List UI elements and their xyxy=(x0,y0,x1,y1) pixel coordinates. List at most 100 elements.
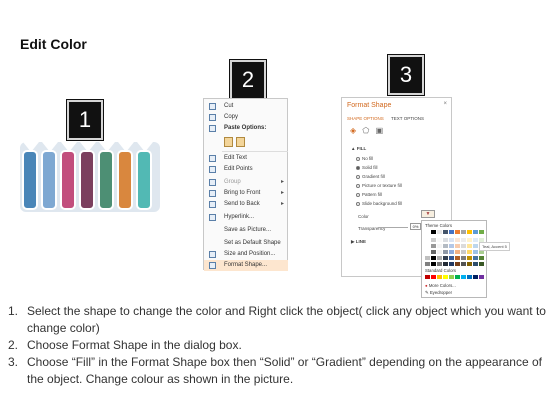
color-swatch[interactable] xyxy=(443,230,448,234)
color-swatch[interactable] xyxy=(461,275,466,279)
color-swatch[interactable] xyxy=(473,256,478,260)
color-swatch[interactable] xyxy=(437,244,442,248)
color-swatch[interactable] xyxy=(473,250,478,254)
color-swatch[interactable] xyxy=(449,262,454,266)
color-swatch[interactable] xyxy=(449,230,454,234)
color-swatch[interactable] xyxy=(455,262,460,266)
color-swatch[interactable] xyxy=(449,256,454,260)
color-swatch[interactable] xyxy=(431,230,436,234)
color-swatch[interactable] xyxy=(455,275,460,279)
color-swatch[interactable] xyxy=(431,238,436,242)
color-strip[interactable] xyxy=(98,150,114,210)
fill-line-icon[interactable]: ◈ xyxy=(350,126,356,135)
color-swatch[interactable] xyxy=(455,256,460,260)
color-strip[interactable] xyxy=(117,150,133,210)
paste-keep-format-icon[interactable] xyxy=(224,137,233,147)
menu-item-copy[interactable]: Copy xyxy=(204,112,288,123)
color-swatch[interactable] xyxy=(443,244,448,248)
color-swatch[interactable] xyxy=(431,256,436,260)
effects-icon[interactable]: ⬠ xyxy=(362,126,369,135)
color-swatch[interactable] xyxy=(437,230,442,234)
color-swatch[interactable] xyxy=(455,244,460,248)
color-swatch[interactable] xyxy=(449,244,454,248)
color-swatch[interactable] xyxy=(449,275,454,279)
color-swatch[interactable] xyxy=(473,230,478,234)
size-properties-icon[interactable]: ▣ xyxy=(376,126,384,135)
color-swatch[interactable] xyxy=(479,256,484,260)
color-swatch[interactable] xyxy=(479,230,484,234)
color-swatch[interactable] xyxy=(437,256,442,260)
color-swatch[interactable] xyxy=(437,238,442,242)
menu-item-edit-points[interactable]: Edit Points xyxy=(204,164,288,175)
radio-slide-background-fill[interactable]: Slide background fill xyxy=(356,201,402,206)
color-swatch[interactable] xyxy=(473,262,478,266)
radio-picture-fill[interactable]: Picture or texture fill xyxy=(356,183,402,188)
color-swatch[interactable] xyxy=(431,244,436,248)
color-swatch[interactable] xyxy=(461,256,466,260)
color-swatch[interactable] xyxy=(467,238,472,242)
color-strip[interactable] xyxy=(60,150,76,210)
color-swatch[interactable] xyxy=(449,238,454,242)
color-swatch[interactable] xyxy=(461,230,466,234)
color-swatch[interactable] xyxy=(467,256,472,260)
color-strip[interactable] xyxy=(79,150,95,210)
menu-item-bring-to-front[interactable]: Bring to Front ▸ xyxy=(204,188,288,199)
color-swatch[interactable] xyxy=(431,262,436,266)
color-swatch[interactable] xyxy=(443,256,448,260)
tab-text-options[interactable]: TEXT OPTIONS xyxy=(391,116,424,121)
color-swatch[interactable] xyxy=(467,262,472,266)
color-swatch[interactable] xyxy=(473,244,478,248)
color-swatch[interactable] xyxy=(455,230,460,234)
line-section-header[interactable]: ▶ LINE xyxy=(351,239,366,245)
color-swatch[interactable] xyxy=(479,262,484,266)
color-swatch[interactable] xyxy=(449,250,454,254)
color-strip[interactable] xyxy=(22,150,38,210)
color-swatch[interactable] xyxy=(473,275,478,279)
color-swatch[interactable] xyxy=(425,256,430,260)
menu-item-size-position[interactable]: Size and Position... xyxy=(204,249,288,260)
menu-item-format-shape[interactable]: Format Shape... xyxy=(204,260,288,271)
color-swatch[interactable] xyxy=(437,275,442,279)
menu-item-group[interactable]: Group ▸ xyxy=(204,177,288,188)
radio-no-fill[interactable]: No fill xyxy=(356,156,373,161)
color-swatch[interactable] xyxy=(467,244,472,248)
menu-item-send-to-back[interactable]: Send to Back ▸ xyxy=(204,199,288,210)
color-swatch[interactable] xyxy=(479,275,484,279)
transparency-slider[interactable] xyxy=(378,227,408,228)
color-swatch[interactable] xyxy=(431,250,436,254)
color-swatch[interactable] xyxy=(425,262,430,266)
color-swatch[interactable] xyxy=(425,238,430,242)
color-swatch[interactable] xyxy=(425,250,430,254)
color-swatch[interactable] xyxy=(425,244,430,248)
color-strip[interactable] xyxy=(41,150,57,210)
menu-item-edit-text[interactable]: Edit Text xyxy=(204,153,288,164)
color-swatch[interactable] xyxy=(455,238,460,242)
menu-item-cut[interactable]: Cut xyxy=(204,101,288,112)
color-swatch[interactable] xyxy=(455,250,460,254)
color-swatch[interactable] xyxy=(425,275,430,279)
fill-section-header[interactable]: ▲ FILL xyxy=(351,146,366,151)
color-swatch[interactable] xyxy=(443,262,448,266)
transparency-input[interactable]: 0% xyxy=(410,223,421,230)
color-swatch[interactable] xyxy=(467,250,472,254)
color-swatch[interactable] xyxy=(461,250,466,254)
radio-solid-fill[interactable]: Solid fill xyxy=(356,165,378,170)
close-icon[interactable]: × xyxy=(443,101,447,107)
color-swatch[interactable] xyxy=(461,238,466,242)
color-swatch[interactable] xyxy=(443,275,448,279)
color-swatch[interactable] xyxy=(443,250,448,254)
color-swatch[interactable] xyxy=(443,238,448,242)
menu-item-set-default-shape[interactable]: Set as Default Shape xyxy=(204,238,288,249)
radio-gradient-fill[interactable]: Gradient fill xyxy=(356,174,385,179)
menu-item-hyperlink[interactable]: Hyperlink... xyxy=(204,212,288,223)
tab-shape-options[interactable]: SHAPE OPTIONS xyxy=(347,116,384,121)
color-swatch[interactable] xyxy=(437,262,442,266)
menu-item-save-as-picture[interactable]: Save as Picture... xyxy=(204,225,288,236)
eyedropper-item[interactable]: ✎ Eyedropper xyxy=(425,290,452,296)
radio-pattern-fill[interactable]: Pattern fill xyxy=(356,192,382,197)
color-strip[interactable] xyxy=(136,150,152,210)
more-colors-item[interactable]: ● More Colors... xyxy=(425,283,456,288)
paste-picture-icon[interactable] xyxy=(236,137,245,147)
color-swatch[interactable] xyxy=(473,238,478,242)
color-swatch[interactable] xyxy=(425,230,430,234)
